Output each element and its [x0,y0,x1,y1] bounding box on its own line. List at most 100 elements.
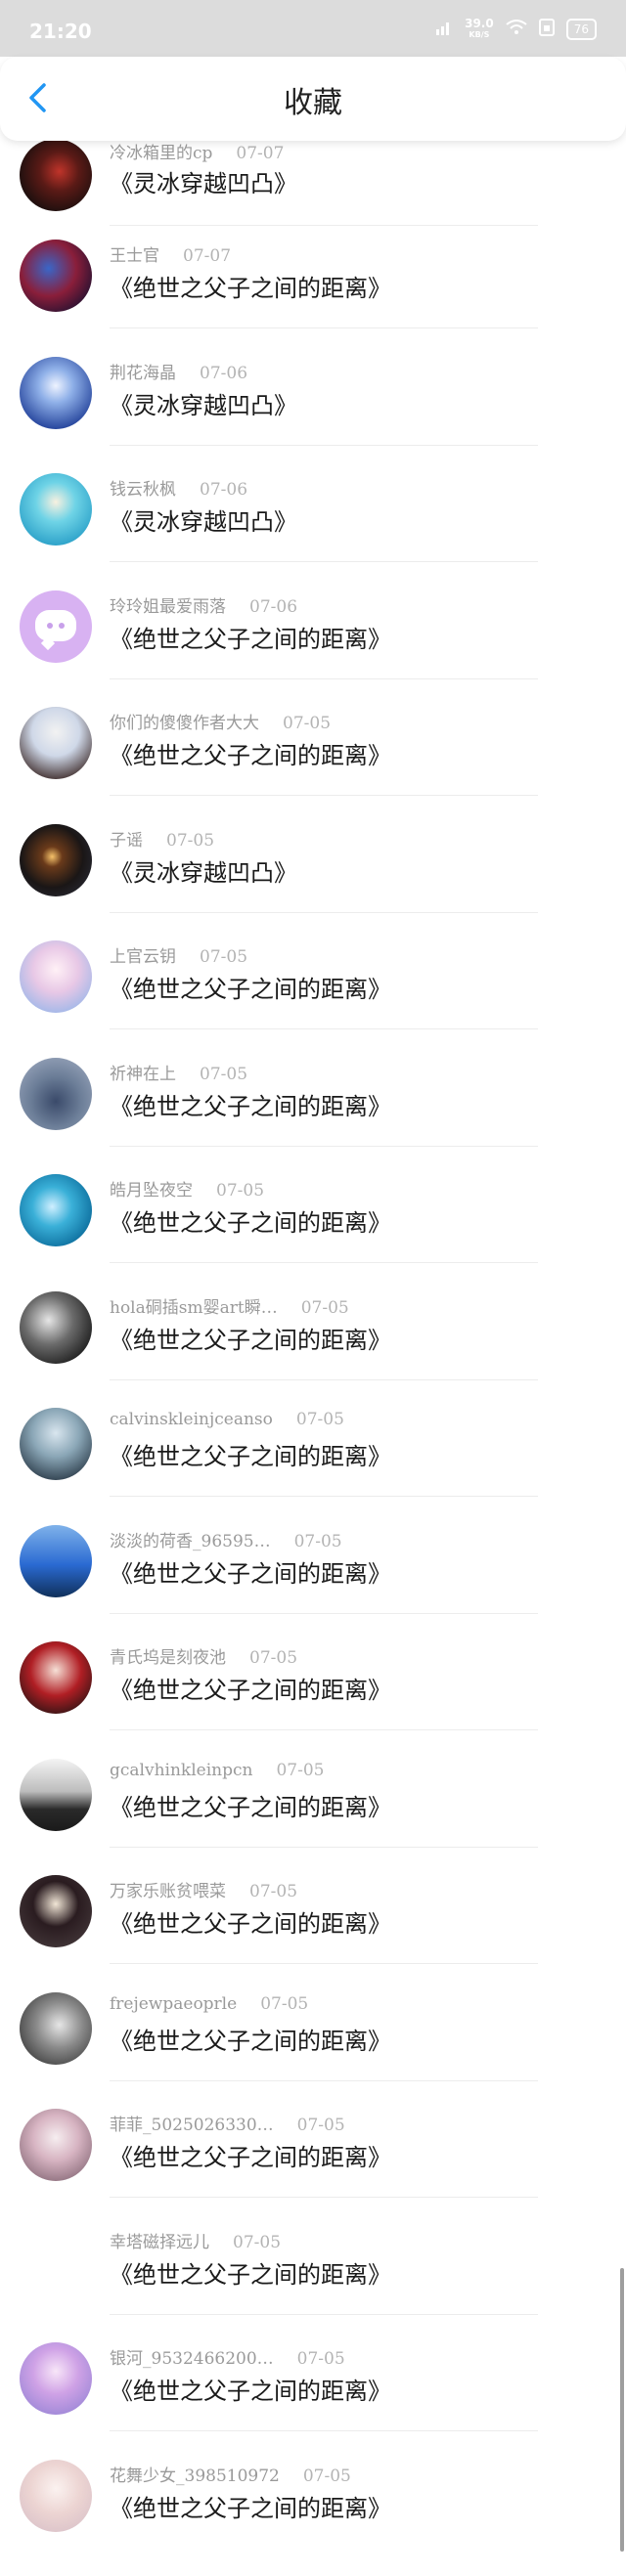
list-item[interactable]: 上官云钥07-05 《绝世之父子之间的距离》 [0,940,626,1058]
book-title[interactable]: 《绝世之父子之间的距离》 [110,736,391,770]
user-name[interactable]: 青氏坞是刻夜池 [110,1648,226,1668]
item-meta: 王士官07-07 [110,241,231,266]
book-title[interactable]: 《绝世之父子之间的距离》 [110,2138,391,2172]
user-name[interactable]: 花舞少女_398510972 [110,2467,280,2486]
book-title[interactable]: 《绝世之父子之间的距离》 [110,2255,391,2290]
book-title[interactable]: 《绝世之父子之间的距离》 [110,1788,391,1822]
book-title[interactable]: 《绝世之父子之间的距离》 [110,1087,391,1121]
user-name[interactable]: 万家乐账贫喂菜 [110,1882,226,1901]
user-name[interactable]: 淡淡的荷香_96595… [110,1532,271,1551]
user-name[interactable]: 你们的傻傻作者大大 [110,714,259,733]
book-title[interactable]: 《绝世之父子之间的距离》 [110,2372,391,2406]
scrollbar[interactable] [620,2268,624,2552]
book-title[interactable]: 《绝世之父子之间的距离》 [110,1203,391,1238]
list-item[interactable]: 淡淡的荷香_96595… 07-05 《绝世之父子之间的距离》 [0,1525,626,1642]
item-meta: 荆花海晶07-06 [110,359,247,383]
avatar[interactable] [20,2226,92,2298]
book-title[interactable]: 《绝世之父子之间的距离》 [110,970,391,1004]
list-item[interactable]: 幸塔磁择远儿07-05 《绝世之父子之间的距离》 [0,2226,626,2343]
avatar[interactable] [20,1174,92,1246]
list-item[interactable]: 皓月坠夜空07-05 《绝世之父子之间的距离》 [0,1174,626,1291]
list-item[interactable]: 王士官07-07 《绝世之父子之间的距离》 [0,240,626,357]
favorites-list[interactable]: 冷冰箱里的cp07-07 《灵冰穿越凹凸》 王士官07-07 《绝世之父子之间的… [0,141,626,2576]
user-name[interactable]: 银河_9532466200… [110,2349,274,2369]
item-date: 07-05 [294,1532,342,1551]
avatar[interactable] [20,1875,92,1947]
user-name[interactable]: calvinskleinjceanso [110,1410,273,1429]
list-item[interactable]: 万家乐账贫喂菜 07-05 《绝世之父子之间的距离》 [0,1875,626,1992]
book-title[interactable]: 《绝世之父子之间的距离》 [110,1437,391,1471]
user-name[interactable]: 王士官 [110,246,159,266]
user-name[interactable]: 玲玲姐最爱雨落 [110,597,226,617]
avatar[interactable] [20,2109,92,2181]
divider [110,2314,538,2315]
list-item[interactable]: 银河_9532466200…07-05 《绝世之父子之间的距离》 [0,2342,626,2460]
avatar[interactable] [20,139,92,211]
divider [110,2430,538,2431]
avatar[interactable] [20,1291,92,1364]
user-name[interactable]: 祈神在上 [110,1065,176,1084]
list-item[interactable]: 玲玲姐最爱雨落07-06 《绝世之父子之间的距离》 [0,590,626,708]
user-name[interactable]: 幸塔磁择远儿 [110,2233,209,2252]
user-name[interactable]: 钱云秋枫 [110,480,176,500]
avatar[interactable] [20,1408,92,1480]
divider [110,1963,538,1964]
user-name[interactable]: 荆花海晶 [110,364,176,383]
list-item[interactable]: 花舞少女_39851097207-05 《绝世之父子之间的距离》 [0,2460,626,2576]
avatar[interactable] [20,1058,92,1130]
list-item[interactable]: gcalvhinkleinpcn07-05 《绝世之父子之间的距离》 [0,1759,626,1876]
avatar[interactable] [20,1759,92,1831]
book-title[interactable]: 《绝世之父子之间的距离》 [110,2489,391,2523]
item-date: 07-05 [249,1882,297,1901]
avatar[interactable] [20,824,92,896]
user-name[interactable]: 上官云钥 [110,947,176,967]
avatar[interactable] [20,2460,92,2532]
list-item[interactable]: 冷冰箱里的cp07-07 《灵冰穿越凹凸》 [0,141,626,240]
avatar[interactable] [20,707,92,779]
list-item[interactable]: frejewpaeoprle07-05 《绝世之父子之间的距离》 [0,1992,626,2110]
list-item[interactable]: 菲菲_5025026330… 07-05 《绝世之父子之间的距离》 [0,2109,626,2226]
user-name[interactable]: 菲菲_5025026330… [110,2116,274,2135]
divider [110,1028,538,1029]
list-item[interactable]: calvinskleinjceanso07-05 《绝世之父子之间的距离》 [0,1408,626,1525]
avatar[interactable] [20,240,92,312]
book-title[interactable]: 《灵冰穿越凹凸》 [110,386,297,420]
item-meta: calvinskleinjceanso07-05 [110,1410,344,1429]
avatar[interactable] [20,1525,92,1597]
user-name[interactable]: hola硐插sm婴art瞬… [110,1298,278,1318]
book-title[interactable]: 《灵冰穿越凹凸》 [110,164,297,198]
user-name[interactable]: frejewpaeoprle [110,1994,237,2014]
user-name[interactable]: 子谣 [110,831,143,851]
item-date: 07-05 [297,2116,345,2135]
book-title[interactable]: 《灵冰穿越凹凸》 [110,853,297,888]
list-item[interactable]: hola硐插sm婴art瞬…07-05 《绝世之父子之间的距离》 [0,1291,626,1409]
book-title[interactable]: 《绝世之父子之间的距离》 [110,1671,391,1705]
avatar[interactable] [20,1992,92,2065]
avatar[interactable] [20,1641,92,1714]
list-item[interactable]: 你们的傻傻作者大大07-05 《绝世之父子之间的距离》 [0,707,626,824]
avatar[interactable] [20,2342,92,2415]
book-title[interactable]: 《绝世之父子之间的距离》 [110,2022,391,2056]
user-name[interactable]: 冷冰箱里的cp [110,144,212,163]
avatar[interactable] [20,357,92,429]
list-item[interactable]: 钱云秋枫 07-06 《灵冰穿越凹凸》 [0,473,626,590]
avatar[interactable] [20,940,92,1013]
list-item[interactable]: 青氏坞是刻夜池07-05 《绝世之父子之间的距离》 [0,1641,626,1759]
list-item[interactable]: 子谣07-05 《灵冰穿越凹凸》 [0,824,626,941]
avatar[interactable] [20,590,92,663]
item-date: 07-06 [200,480,247,500]
divider [110,561,538,562]
list-item[interactable]: 祈神在上07-05 《绝世之父子之间的距离》 [0,1058,626,1175]
list-item[interactable]: 荆花海晶07-06 《灵冰穿越凹凸》 [0,357,626,474]
book-title[interactable]: 《绝世之父子之间的距离》 [110,1321,391,1355]
book-title[interactable]: 《绝世之父子之间的距离》 [110,1554,391,1589]
avatar[interactable] [20,473,92,546]
book-title[interactable]: 《绝世之父子之间的距离》 [110,269,391,303]
book-title[interactable]: 《灵冰穿越凹凸》 [110,502,297,537]
user-name[interactable]: 皓月坠夜空 [110,1181,193,1201]
item-meta: frejewpaeoprle07-05 [110,1994,308,2014]
sim-icon [539,19,555,40]
user-name[interactable]: gcalvhinkleinpcn [110,1761,252,1780]
book-title[interactable]: 《绝世之父子之间的距离》 [110,1904,391,1939]
book-title[interactable]: 《绝世之父子之间的距离》 [110,620,391,654]
